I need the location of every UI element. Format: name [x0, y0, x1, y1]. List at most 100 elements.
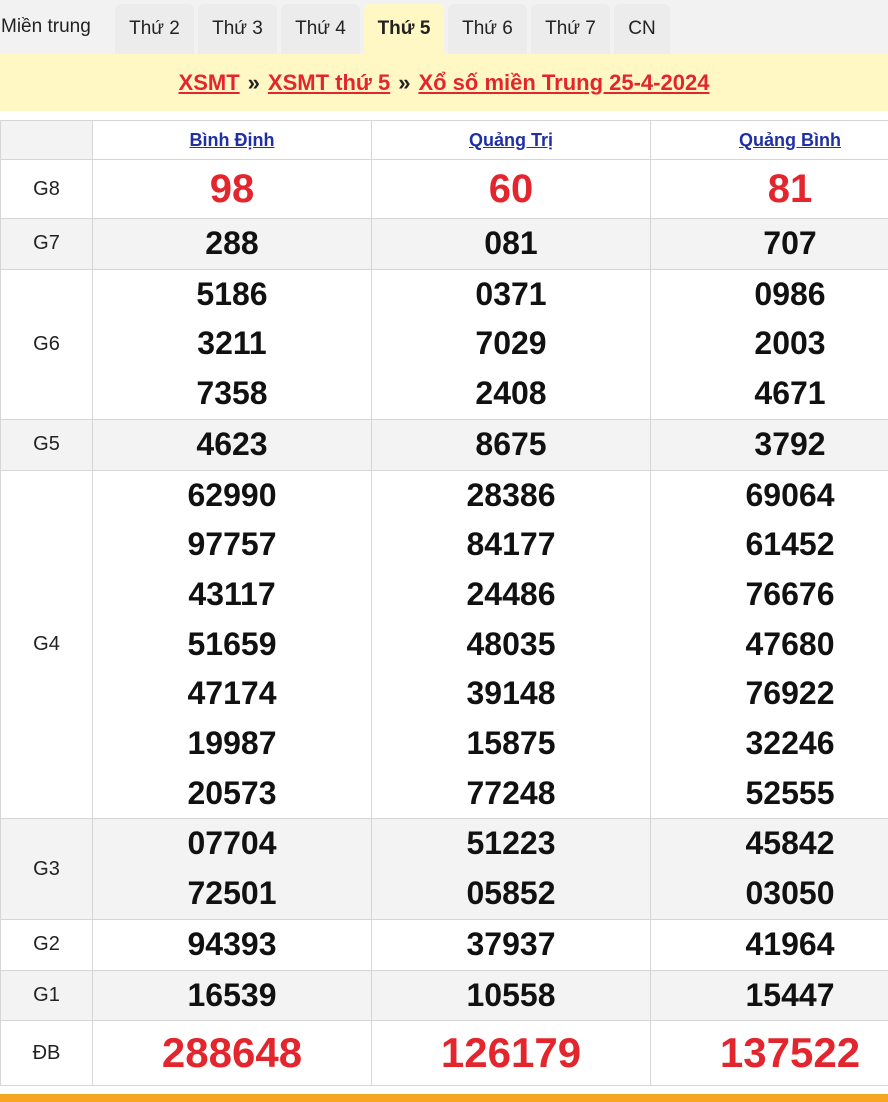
prize-row-g1: G1 16539 10558 15447: [0, 969, 888, 1022]
result-cell: 45842 03050: [650, 818, 888, 920]
prize-row-g8: G8 98 60 81: [0, 159, 888, 219]
province-link-binh-dinh[interactable]: Bình Định: [190, 130, 275, 150]
result-number: 62990: [187, 476, 277, 513]
result-cell: 707: [650, 218, 888, 270]
result-cell: 07704 72501: [92, 818, 372, 920]
prize-label: G8: [0, 159, 93, 219]
result-number: 16539: [187, 976, 277, 1013]
tab-mien-trung[interactable]: Miền trung: [0, 0, 111, 54]
tab-cn[interactable]: CN: [614, 4, 670, 54]
tab-thu-4[interactable]: Thứ 4: [281, 4, 360, 54]
result-number: 5186: [196, 275, 268, 312]
result-cell: 98: [92, 159, 372, 219]
result-cell: 69064 61452 76676 47680 76922 32246 52555: [650, 469, 888, 820]
result-number: 60: [488, 167, 534, 211]
result-number: 288: [205, 225, 259, 261]
result-number: 28386: [466, 476, 556, 513]
result-number: 61452: [745, 526, 835, 563]
tab-thu-7[interactable]: Thứ 7: [531, 4, 610, 54]
tab-thu-5[interactable]: Thứ 5: [364, 4, 444, 54]
result-cell: 081: [371, 218, 651, 270]
result-number: 07704: [187, 825, 277, 862]
prize-row-g5: G5 4623 8675 3792: [0, 418, 888, 471]
result-number: 24486: [466, 575, 556, 612]
tab-thu-6[interactable]: Thứ 6: [448, 4, 527, 54]
result-number: 76676: [745, 575, 835, 612]
prize-label: G4: [0, 469, 93, 820]
province-link-quang-tri[interactable]: Quảng Trị: [469, 130, 553, 150]
result-cell: 51223 05852: [371, 818, 651, 920]
header-corner-cell: [0, 120, 93, 160]
prize-label: ĐB: [0, 1020, 93, 1087]
result-number: 39148: [466, 675, 556, 712]
province-header-row: Bình Định Quảng Trị Quảng Bình: [0, 120, 888, 160]
result-number: 20573: [187, 774, 277, 811]
prize-row-g4: G4 62990 97757 43117 51659 47174 19987 20573 283…: [0, 469, 888, 820]
result-number: 707: [763, 225, 817, 261]
result-number: 7029: [475, 325, 547, 362]
result-cell: 137522: [650, 1020, 888, 1087]
result-cell: 4623: [92, 418, 372, 471]
result-number: 03050: [745, 875, 835, 912]
result-number: 19987: [187, 725, 277, 762]
result-cell: 62990 97757 43117 51659 47174 19987 20573: [92, 469, 372, 820]
result-number: 126179: [440, 1029, 582, 1077]
tab-thu-2[interactable]: Thứ 2: [115, 4, 194, 54]
result-number: 97757: [187, 526, 277, 563]
prize-label: G5: [0, 418, 93, 471]
result-cell: 41964: [650, 918, 888, 971]
tab-thu-3[interactable]: Thứ 3: [198, 4, 277, 54]
result-number: 81: [767, 167, 813, 211]
prize-label: G6: [0, 268, 93, 420]
result-number: 37937: [466, 925, 556, 962]
result-number: 51223: [466, 825, 556, 862]
breadcrumb-link-xsmt[interactable]: XSMT: [179, 70, 240, 96]
breadcrumb-separator: »: [398, 69, 411, 95]
result-number: 288648: [161, 1029, 303, 1077]
result-number: 2003: [754, 325, 826, 362]
result-number: 51659: [187, 625, 277, 662]
result-cell: 15447: [650, 969, 888, 1022]
prize-row-g2: G2 94393 37937 41964: [0, 918, 888, 971]
result-number: 84177: [466, 526, 556, 563]
result-number: 10558: [466, 976, 556, 1013]
breadcrumb-link-xsmt-date[interactable]: Xổ số miền Trung 25-4-2024: [418, 70, 709, 96]
result-cell: 288648: [92, 1020, 372, 1087]
result-cell: 28386 84177 24486 48035 39148 15875 77248: [371, 469, 651, 820]
result-cell: 81: [650, 159, 888, 219]
prize-label: G2: [0, 918, 93, 971]
result-number: 43117: [188, 575, 276, 612]
breadcrumb: XSMT » XSMT thứ 5 » Xổ số miền Trung 25-…: [0, 54, 888, 111]
province-header: Bình Định: [92, 120, 372, 160]
result-number: 76922: [745, 675, 835, 712]
prize-row-đb: ĐB 288648 126179 137522: [0, 1020, 888, 1087]
result-number: 41964: [745, 925, 835, 962]
result-number: 137522: [719, 1029, 861, 1077]
prize-label: G7: [0, 218, 93, 270]
result-number: 3211: [197, 325, 267, 362]
result-number: 15447: [745, 976, 835, 1013]
breadcrumb-link-xsmt-thu-5[interactable]: XSMT thứ 5: [268, 70, 390, 96]
result-number: 4671: [754, 375, 826, 412]
result-number: 2408: [475, 375, 547, 412]
result-cell: 3792: [650, 418, 888, 471]
result-number: 47680: [745, 625, 835, 662]
result-cell: 37937: [371, 918, 651, 971]
result-number: 0371: [475, 275, 547, 312]
result-number: 8675: [475, 425, 547, 462]
result-number: 77248: [466, 774, 556, 811]
breadcrumb-separator: »: [247, 69, 260, 95]
result-cell: 5186 3211 7358: [92, 268, 372, 420]
prize-label: G3: [0, 818, 93, 920]
result-number: 4623: [196, 425, 268, 462]
result-number: 52555: [745, 774, 835, 811]
results-table: Bình Định Quảng Trị Quảng Bình G8 98 60 81 G…: [0, 120, 888, 1087]
result-number: 47174: [187, 675, 277, 712]
province-link-quang-binh[interactable]: Quảng Bình: [739, 130, 841, 150]
prize-rows: G8 98 60 81 G7 288 081 707 G6 5186 3211 7358 0371 702…: [0, 159, 888, 1087]
day-tabs: Miền trung Thứ 2 Thứ 3 Thứ 4 Thứ 5 Thứ 6…: [0, 0, 888, 54]
province-header: Quảng Bình: [650, 120, 888, 160]
result-cell: 288: [92, 218, 372, 270]
prize-row-g3: G3 07704 72501 51223 05852 45842 03050: [0, 818, 888, 920]
prize-row-g7: G7 288 081 707: [0, 218, 888, 270]
